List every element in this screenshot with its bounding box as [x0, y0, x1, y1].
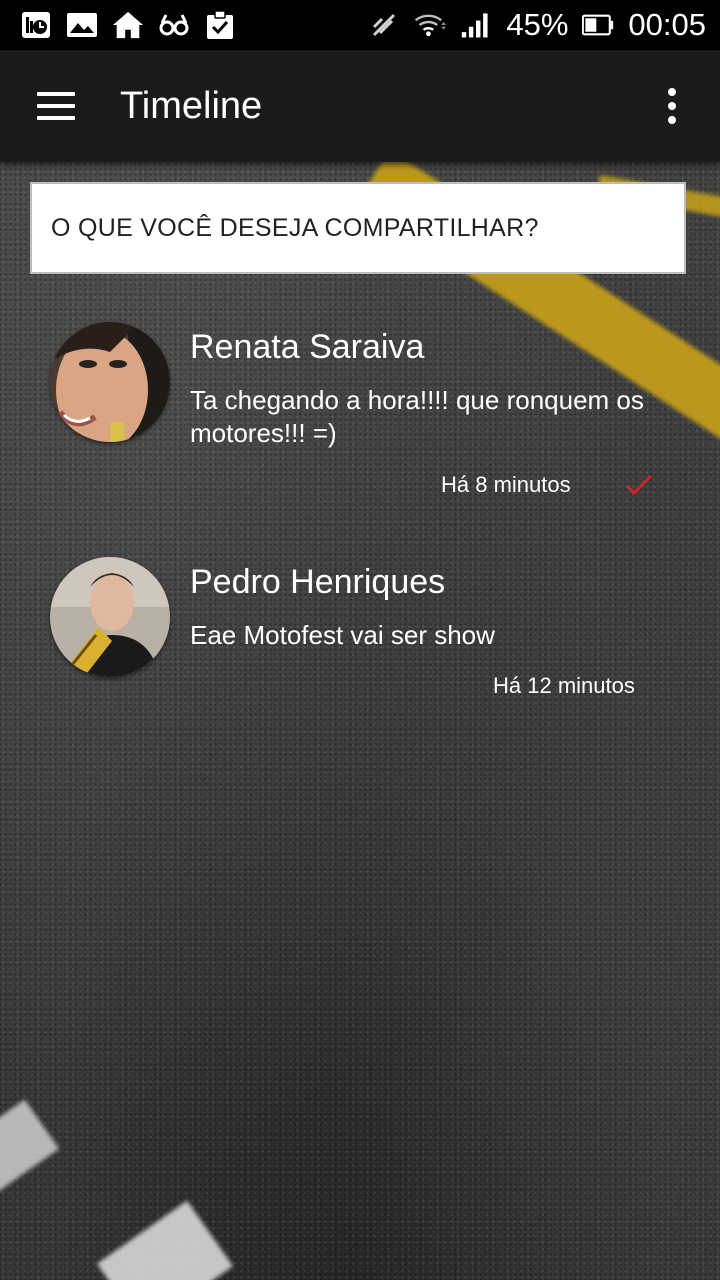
- post-timestamp: Há 12 minutos: [493, 673, 635, 698]
- battery-icon: [582, 9, 614, 41]
- clock: 00:05: [628, 7, 706, 42]
- page-title: Timeline: [120, 84, 263, 127]
- timeline-post[interactable]: Pedro Henriques Eae Motofest vai ser sho…: [0, 555, 720, 715]
- battery-percent: 45%: [506, 7, 569, 42]
- post-text: Ta chegando a hora!!!! que ronquem os mo…: [190, 385, 644, 448]
- clipboard-check-icon: [204, 9, 236, 41]
- gallery-icon: [66, 9, 98, 41]
- post-text: Eae Motofest vai ser show: [190, 620, 495, 650]
- avatar[interactable]: [50, 557, 170, 677]
- overflow-menu-button[interactable]: [624, 50, 720, 162]
- share-prompt: O QUE VOCÊ DESEJA COMPARTILHAR?: [51, 213, 539, 242]
- navigation-menu-button[interactable]: [0, 50, 112, 162]
- post-timestamp: Há 8 minutos: [441, 472, 571, 497]
- share-input[interactable]: O QUE VOCÊ DESEJA COMPARTILHAR?: [30, 182, 686, 274]
- app-bar: Timeline: [0, 50, 720, 162]
- hamburger-icon: [37, 92, 75, 120]
- avatar[interactable]: [50, 322, 170, 442]
- glasses-icon: [158, 9, 190, 41]
- sim-toolkit-icon: [20, 9, 52, 41]
- home-icon: [112, 9, 144, 41]
- post-author: Pedro Henriques: [190, 563, 446, 601]
- status-bar: 45% 00:05: [0, 0, 720, 50]
- wifi-icon: [414, 9, 447, 41]
- check-icon: [624, 472, 654, 498]
- timeline-post[interactable]: Renata Saraiva Ta chegando a hora!!!! qu…: [0, 320, 720, 520]
- post-author: Renata Saraiva: [190, 328, 425, 366]
- more-vert-icon: [668, 88, 676, 124]
- signal-icon: [460, 9, 492, 41]
- mute-icon: [368, 9, 400, 41]
